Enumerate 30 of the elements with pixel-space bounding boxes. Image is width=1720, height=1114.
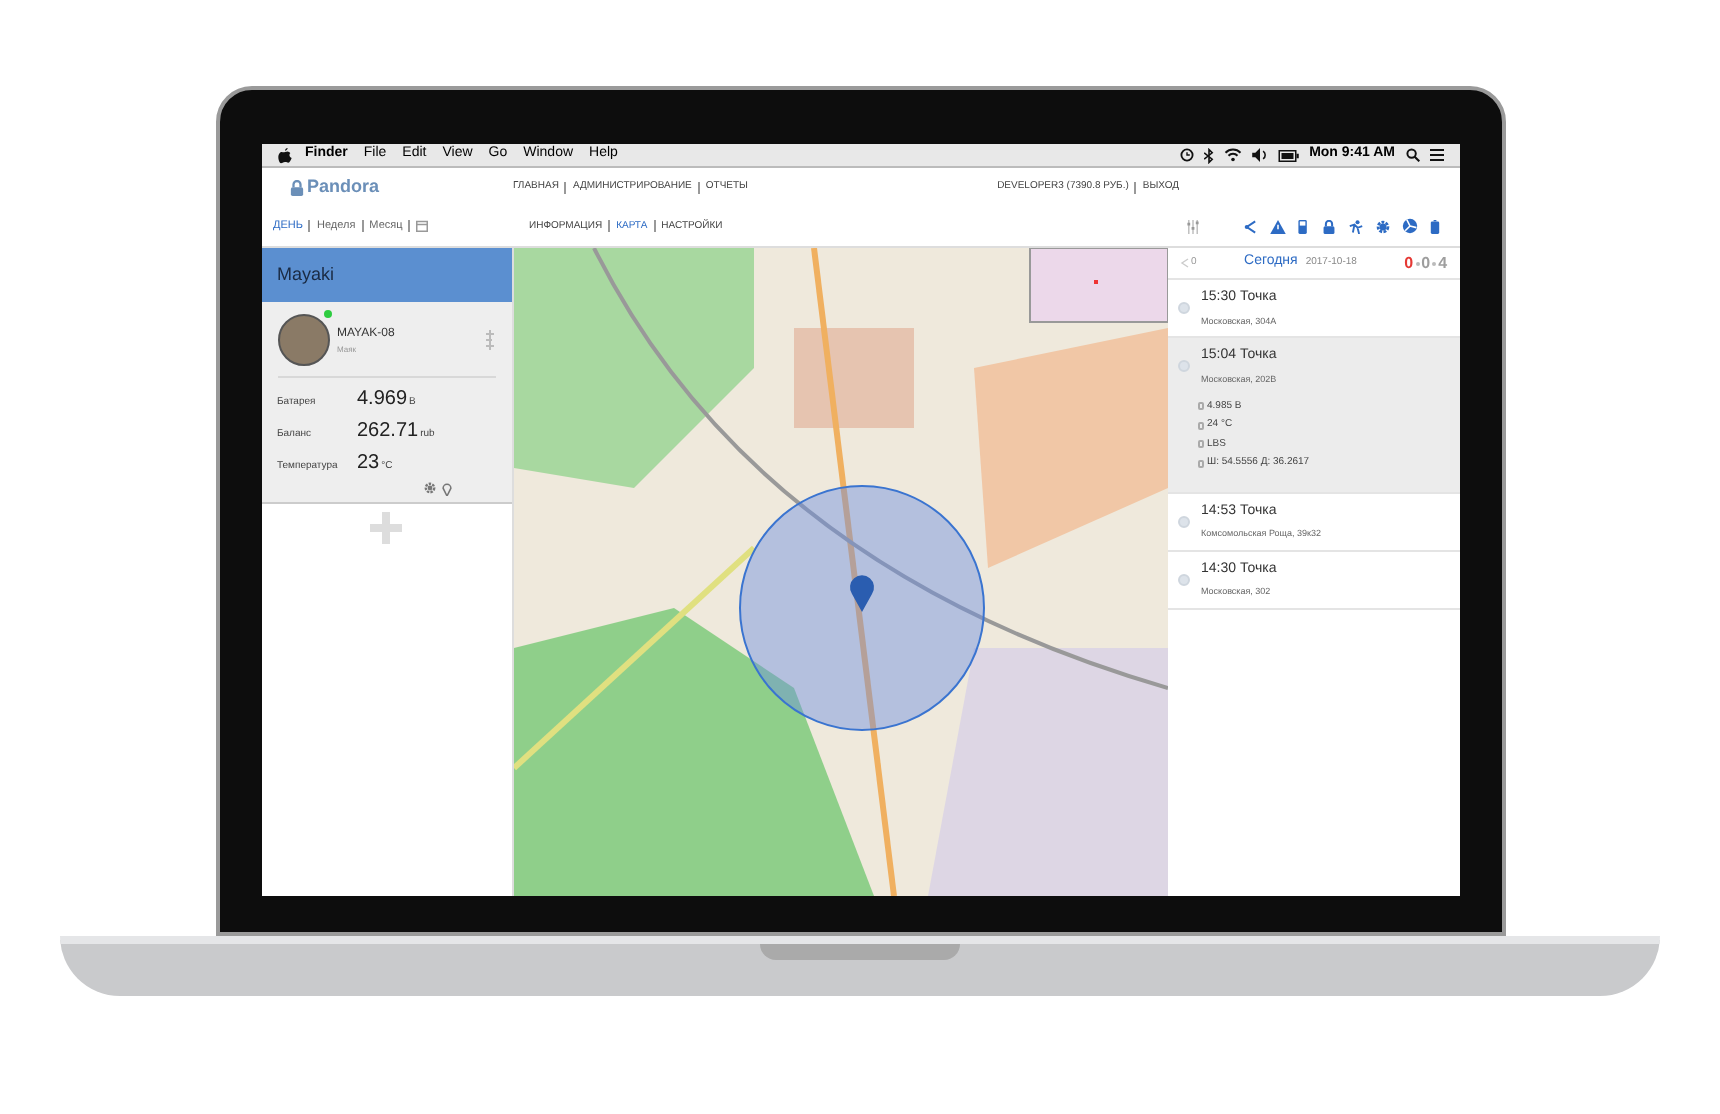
bluetooth-icon[interactable] xyxy=(1203,147,1214,163)
signal-strength-icon xyxy=(483,328,495,352)
wifi-icon[interactable] xyxy=(1223,148,1242,162)
warning-icon[interactable] xyxy=(1269,219,1285,234)
fan-icon[interactable] xyxy=(1401,218,1417,235)
person-running-icon[interactable] xyxy=(1347,219,1363,234)
battery-icon[interactable] xyxy=(1277,149,1300,161)
group-title: Mayaki xyxy=(277,261,335,288)
group-header[interactable]: Mayaki xyxy=(261,248,511,302)
counter: 0 xyxy=(1404,255,1414,271)
apple-logo-icon[interactable] xyxy=(277,147,291,163)
counter: 4 xyxy=(1438,255,1448,271)
calendar-icon[interactable] xyxy=(416,220,429,233)
share-icon[interactable] xyxy=(1243,219,1257,234)
clock-icon[interactable] xyxy=(1179,148,1194,162)
photo-placeholder xyxy=(277,314,329,366)
volume-icon[interactable] xyxy=(1251,148,1268,162)
lock-logo-icon xyxy=(289,179,303,196)
settings-icon[interactable] xyxy=(423,482,435,494)
metric-value: 4.969 xyxy=(357,386,408,414)
sliders-icon[interactable] xyxy=(1185,219,1199,234)
fuel-icon[interactable] xyxy=(1297,219,1309,234)
search-icon[interactable] xyxy=(1405,148,1419,162)
metric-value: 23 xyxy=(357,450,380,478)
battery-icon xyxy=(1197,402,1203,411)
list-icon[interactable] xyxy=(1429,148,1443,162)
settings-icon[interactable] xyxy=(1375,219,1389,234)
counter: 0 xyxy=(1421,255,1431,271)
metric-value: 262.71 xyxy=(357,418,419,446)
lock-icon[interactable] xyxy=(1321,219,1335,234)
